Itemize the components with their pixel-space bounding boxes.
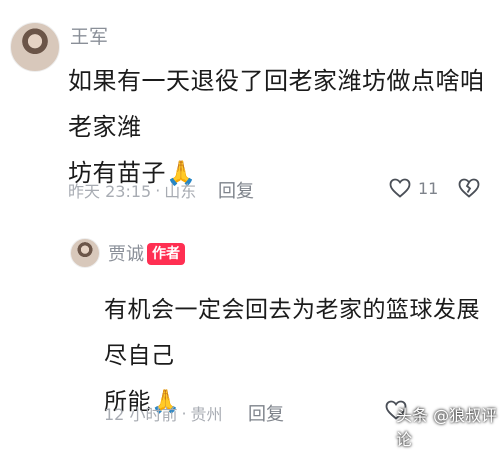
like-count: 11 xyxy=(418,178,439,198)
dislike-button[interactable] xyxy=(456,176,482,200)
comment-location: 贵州 xyxy=(190,405,223,424)
avatar[interactable] xyxy=(10,22,60,72)
reply-button[interactable]: 回复 xyxy=(218,177,254,203)
avatar[interactable] xyxy=(70,238,100,268)
meta-separator: · xyxy=(181,403,187,423)
broken-heart-icon xyxy=(456,176,482,200)
comment-location: 山东 xyxy=(164,182,197,201)
comment-text-line: 如果有一天退役了回老家潍坊做点啥咱老家潍 xyxy=(68,67,485,141)
meta-separator: · xyxy=(155,180,161,200)
comment-time: 12 小时前 xyxy=(104,405,178,424)
watermark: 头条 @狼叔评论 xyxy=(396,406,498,449)
comment-text-line: 有机会一定会回去为老家的篮球发展尽自己 xyxy=(104,297,480,369)
comment-meta: 12 小时前 · 贵州 xyxy=(104,401,223,425)
reply-button[interactable]: 回复 xyxy=(248,400,284,426)
heart-outline-icon xyxy=(388,176,412,200)
like-button[interactable]: 11 xyxy=(388,176,438,200)
author-badge: 作者 xyxy=(147,243,185,265)
comment-author-name[interactable]: 贾诚 xyxy=(108,240,144,266)
comment-meta: 昨天 23:15 · 山东 xyxy=(68,178,196,202)
comment-author-name[interactable]: 王军 xyxy=(70,22,108,49)
comment-time: 昨天 23:15 xyxy=(68,182,152,201)
